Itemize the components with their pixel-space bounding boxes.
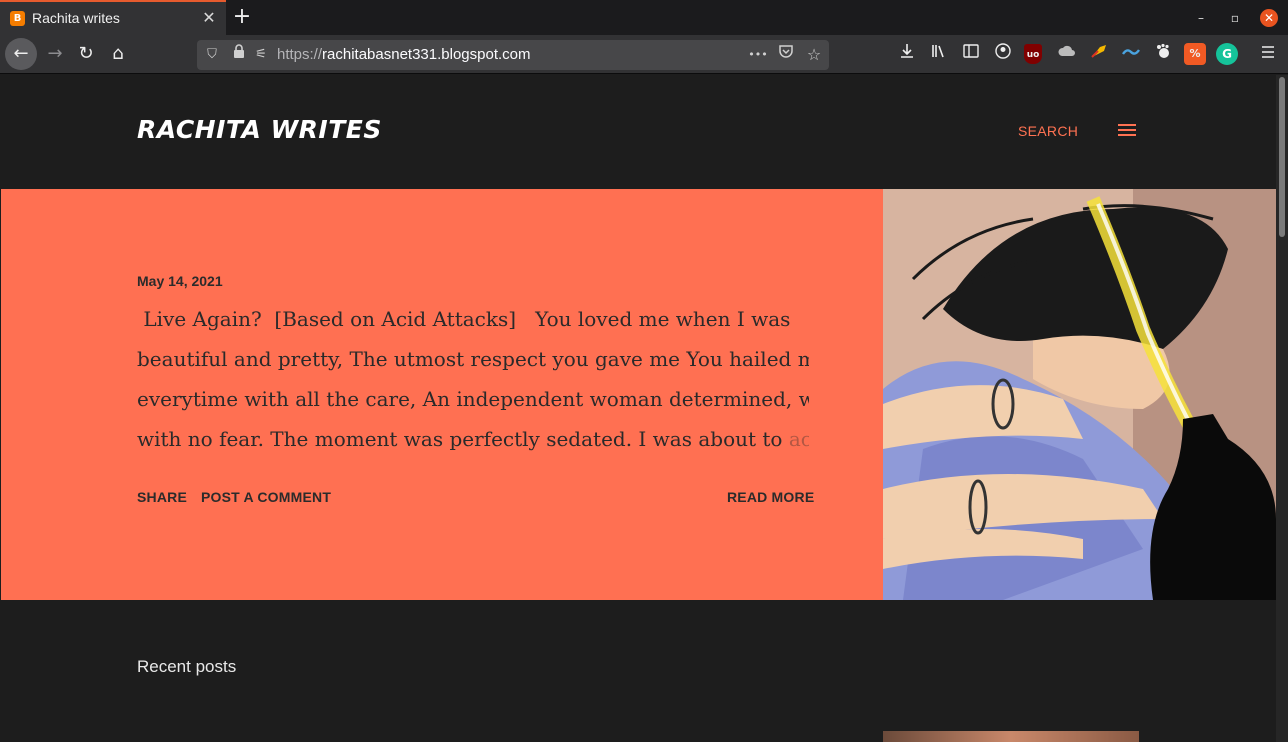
- reload-button[interactable]: ↻: [71, 39, 101, 69]
- url-text[interactable]: https://rachitabasnet331.blogspot.com: [277, 46, 531, 63]
- blog-header: RACHITA WRITES SEARCH: [0, 75, 1276, 189]
- page-scrollbar[interactable]: [1276, 75, 1288, 742]
- page-actions-icon[interactable]: •••: [748, 40, 768, 70]
- recent-posts-heading: Recent posts: [137, 657, 237, 676]
- tracking-shield-icon[interactable]: ⛉: [202, 40, 222, 70]
- post-date[interactable]: May 14, 2021: [137, 273, 223, 289]
- blogger-favicon-icon: B: [10, 11, 25, 26]
- gnome-extension-icon[interactable]: [1152, 43, 1174, 65]
- lock-icon[interactable]: [229, 40, 249, 70]
- read-more-button[interactable]: READ MORE: [727, 489, 814, 505]
- translate-extension-icon[interactable]: %: [1184, 43, 1206, 65]
- snippet-line: beautiful and pretty, The utmost respect…: [137, 347, 809, 371]
- downloads-icon[interactable]: [896, 43, 918, 65]
- tab-strip: B Rachita writes ✕ + – ▫ ✕: [0, 0, 1288, 35]
- snippet-fade-text: achiev: [789, 427, 809, 451]
- hamburger-menu-icon[interactable]: [1257, 43, 1279, 65]
- snippet-line-last: with no fear. The moment was perfectly s…: [137, 419, 809, 459]
- sidebar-icon[interactable]: [960, 43, 982, 65]
- wave-extension-icon[interactable]: [1120, 43, 1142, 65]
- back-button[interactable]: ←: [5, 38, 37, 70]
- pocket-icon[interactable]: [776, 40, 796, 70]
- post-comment-button[interactable]: POST A COMMENT: [201, 489, 331, 505]
- weather-extension-icon[interactable]: [1056, 43, 1078, 65]
- rocket-extension-icon[interactable]: [1088, 43, 1110, 65]
- web-page: RACHITA WRITES SEARCH May 14, 2021 Live …: [0, 75, 1276, 742]
- tab-title: Rachita writes: [32, 10, 120, 26]
- grammarly-icon[interactable]: G: [1216, 43, 1238, 65]
- snippet-line: Live Again? [Based on Acid Attacks] You …: [137, 307, 791, 331]
- account-icon[interactable]: [992, 43, 1014, 65]
- new-tab-button[interactable]: +: [231, 4, 253, 30]
- search-button[interactable]: SEARCH: [1018, 123, 1078, 139]
- scrollbar-thumb[interactable]: [1279, 77, 1285, 237]
- maximize-button[interactable]: ▫: [1226, 9, 1244, 27]
- navigation-toolbar: ← → ↻ ⌂ ⛉ ⚟ https://rachitabasnet331.blo…: [0, 35, 1288, 74]
- minimize-button[interactable]: –: [1192, 9, 1210, 27]
- tab-close-icon[interactable]: ✕: [200, 9, 218, 27]
- ublock-origin-icon[interactable]: uo: [1024, 44, 1042, 64]
- bookmark-star-icon[interactable]: ☆: [804, 40, 824, 70]
- share-button[interactable]: SHARE: [137, 489, 187, 505]
- library-icon[interactable]: [928, 43, 950, 65]
- snippet-line: everytime with all the care, An independ…: [137, 387, 809, 411]
- window-close-button[interactable]: ✕: [1260, 9, 1278, 27]
- featured-post-image[interactable]: [883, 189, 1276, 600]
- post-snippet[interactable]: Live Again? [Based on Acid Attacks] You …: [137, 299, 809, 459]
- url-bar[interactable]: ⛉ ⚟ https://rachitabasnet331.blogspot.co…: [197, 40, 829, 70]
- browser-tab[interactable]: B Rachita writes ✕: [0, 0, 226, 35]
- permissions-icon[interactable]: ⚟: [251, 40, 271, 70]
- home-button[interactable]: ⌂: [103, 39, 133, 69]
- forward-button[interactable]: →: [40, 39, 70, 69]
- recent-post-thumbnail[interactable]: [883, 731, 1139, 742]
- blog-title[interactable]: RACHITA WRITES: [137, 115, 382, 144]
- menu-icon[interactable]: [1118, 124, 1136, 138]
- featured-post: May 14, 2021 Live Again? [Based on Acid …: [1, 189, 883, 600]
